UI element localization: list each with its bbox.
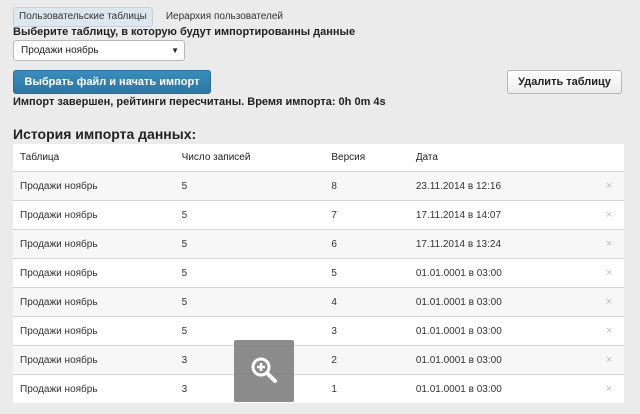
close-icon[interactable]: ×: [606, 296, 612, 308]
cell-date: 01.01.0001 в 03:00: [408, 258, 595, 288]
history-title: История импорта данных:: [13, 126, 197, 142]
column-header-actions: [594, 144, 624, 172]
cell-table: Продажи ноябрь: [13, 316, 175, 346]
zoom-overlay-button[interactable]: [234, 340, 294, 402]
table-row: Продажи ноябрь 5 8 23.11.2014 в 12:16 ×: [13, 171, 624, 201]
table-header-row: Таблица Число записей Версия Дата: [13, 144, 624, 172]
cell-date: 17.11.2014 в 13:24: [408, 229, 595, 259]
column-header-version: Версия: [331, 152, 366, 163]
zoom-in-icon: [251, 357, 277, 383]
cell-date: 01.01.0001 в 03:00: [408, 374, 595, 403]
table-row: Продажи ноябрь 3 2 01.01.0001 в 03:00 ×: [13, 345, 624, 375]
table-row: Продажи ноябрь 5 6 17.11.2014 в 13:24 ×: [13, 229, 624, 259]
tab-user-tables[interactable]: Пользовательские таблицы: [13, 7, 153, 27]
cell-date: 01.01.0001 в 03:00: [408, 345, 595, 375]
table-row: Продажи ноябрь 5 4 01.01.0001 в 03:00 ×: [13, 287, 624, 317]
cell-count: 5: [174, 200, 325, 230]
import-status-message: Импорт завершен, рейтинги пересчитаны. В…: [13, 96, 386, 108]
table-row: Продажи ноябрь 3 1 01.01.0001 в 03:00 ×: [13, 374, 624, 403]
cell-version: 8: [324, 171, 409, 201]
cell-count: 5: [174, 229, 325, 259]
cell-table: Продажи ноябрь: [13, 200, 175, 230]
close-icon[interactable]: ×: [606, 383, 612, 395]
cell-table: Продажи ноябрь: [13, 345, 175, 375]
column-header-date: Дата: [415, 152, 438, 163]
close-icon[interactable]: ×: [606, 180, 612, 192]
cell-version: 3: [324, 316, 409, 346]
tab-user-hierarchy[interactable]: Иерархия пользователей: [160, 7, 289, 27]
cell-table: Продажи ноябрь: [13, 287, 175, 317]
cell-date: 01.01.0001 в 03:00: [408, 287, 595, 317]
cell-count: 5: [174, 171, 325, 201]
column-header-table: Таблица: [20, 152, 60, 163]
cell-count: 5: [174, 287, 325, 317]
cell-count: 5: [174, 258, 325, 288]
import-file-button[interactable]: Выбрать файл и начать импорт: [13, 70, 211, 94]
cell-version: 6: [324, 229, 409, 259]
cell-version: 1: [324, 374, 409, 403]
cell-date: 17.11.2014 в 14:07: [408, 200, 595, 230]
close-icon[interactable]: ×: [606, 209, 612, 221]
column-header-count: Число записей: [181, 152, 251, 163]
cell-table: Продажи ноябрь: [13, 229, 175, 259]
cell-version: 7: [324, 200, 409, 230]
tab-bar: Пользовательские таблицы Иерархия пользо…: [13, 7, 289, 27]
close-icon[interactable]: ×: [606, 238, 612, 250]
import-history-table: Таблица Число записей Версия Дата Продаж…: [13, 144, 624, 403]
cell-date: 23.11.2014 в 12:16: [408, 171, 595, 201]
cell-table: Продажи ноябрь: [13, 374, 175, 403]
table-row: Продажи ноябрь 5 7 17.11.2014 в 14:07 ×: [13, 200, 624, 230]
cell-version: 5: [324, 258, 409, 288]
delete-table-button[interactable]: Удалить таблицу: [507, 70, 622, 94]
cell-date: 01.01.0001 в 03:00: [408, 316, 595, 346]
chevron-down-icon: ▼: [171, 46, 179, 55]
table-select-label: Выберите таблицу, в которую будут импорт…: [13, 26, 356, 38]
close-icon[interactable]: ×: [606, 354, 612, 366]
cell-table: Продажи ноябрь: [13, 171, 175, 201]
table-row: Продажи ноябрь 5 3 01.01.0001 в 03:00 ×: [13, 316, 624, 346]
table-select-value: Продажи ноябрь: [21, 45, 99, 56]
cell-table: Продажи ноябрь: [13, 258, 175, 288]
close-icon[interactable]: ×: [606, 267, 612, 279]
close-icon[interactable]: ×: [606, 325, 612, 337]
table-select[interactable]: Продажи ноябрь ▼: [13, 40, 185, 61]
table-row: Продажи ноябрь 5 5 01.01.0001 в 03:00 ×: [13, 258, 624, 288]
cell-version: 4: [324, 287, 409, 317]
cell-version: 2: [324, 345, 409, 375]
